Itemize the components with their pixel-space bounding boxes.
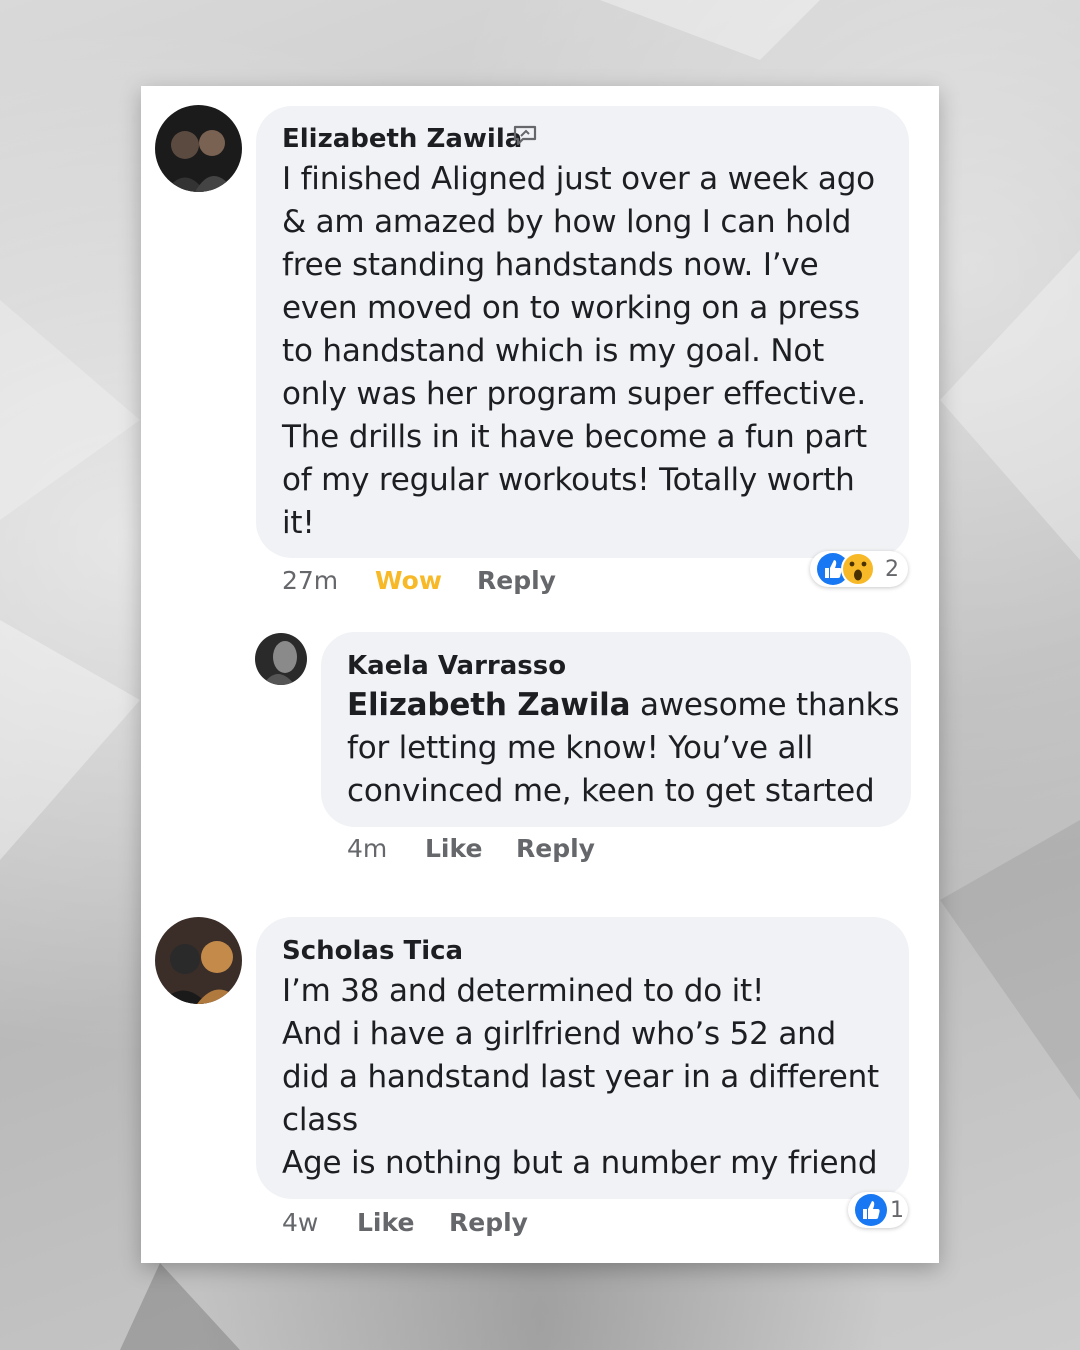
comment-text-line: only was her program super effective. [282,376,867,412]
reply-button[interactable]: Reply [516,834,595,863]
comment-text-line: The drills in it have become a fun part [282,419,867,455]
comment-text-line: I finished Aligned just over a week ago [282,161,875,197]
comment-author[interactable]: Elizabeth Zawila [282,124,522,154]
like-button[interactable]: Like [425,834,482,863]
like-icon [855,1194,887,1226]
comment-text-line: I’m 38 and determined to do it! [282,973,765,1009]
reaction-count: 2 [885,557,899,582]
comments-card: Elizabeth Zawila I finished Aligned just… [141,86,939,1263]
comment-author[interactable]: Scholas Tica [282,936,463,966]
comment-time[interactable]: 4m [347,834,387,863]
avatar-photo-icon [165,130,235,192]
comment-text-line: And i have a girlfriend who’s 52 and [282,1016,837,1052]
comment-text-line: convinced me, keen to get started [347,773,875,809]
comment-text-line: for letting me know! You’ve all [347,730,814,766]
comment-text-line: it! [282,505,315,541]
like-button[interactable]: Like [357,1208,414,1237]
wow-reaction-button[interactable]: Wow [375,566,442,595]
reaction-count: 1 [890,1198,904,1223]
comment-time[interactable]: 27m [282,566,338,595]
comment-text-line: & am amazed by how long I can hold [282,204,852,240]
comment-text-line: to handstand which is my goal. Not [282,333,825,369]
wow-icon [841,552,875,586]
comment-text-line: Elizabeth Zawila awesome thanks [347,687,900,723]
comment-text-line: free standing handstands now. I’ve [282,247,819,283]
comment-author[interactable]: Kaela Varrasso [347,651,566,681]
avatar-photo-icon [160,941,242,1004]
reply-button[interactable]: Reply [449,1208,528,1237]
reactions-pill[interactable]: 2 [810,551,908,587]
avatar-photo-icon [263,641,297,685]
avatar[interactable] [155,917,242,1004]
comment-text-line: even moved on to working on a press [282,290,860,326]
comment-text-fragment: awesome thanks [630,687,900,723]
comment-text-line: of my regular workouts! Totally worth [282,462,855,498]
reply-button[interactable]: Reply [477,566,556,595]
reactions-pill[interactable]: 1 [848,1192,908,1228]
mention-link[interactable]: Elizabeth Zawila [347,687,630,723]
edited-icon [512,124,540,152]
avatar[interactable] [155,105,242,192]
comment-text-line: class [282,1102,358,1138]
comment-time[interactable]: 4w [282,1208,318,1237]
comment-text-line: did a handstand last year in a different [282,1059,879,1095]
avatar[interactable] [255,633,307,685]
comment-text-line: Age is nothing but a number my friend [282,1145,878,1181]
